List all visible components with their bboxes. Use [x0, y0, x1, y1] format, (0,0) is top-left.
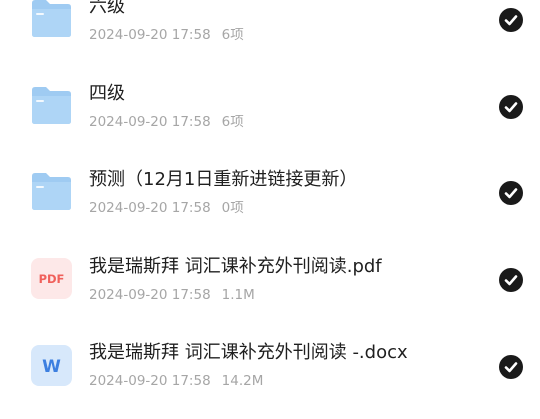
checkmark-icon[interactable]	[499, 268, 523, 292]
list-item[interactable]: 六级 2024-09-20 17:58 6项	[0, 0, 540, 72]
checkmark-icon[interactable]	[499, 95, 523, 119]
file-name: 我是瑞斯拜 词汇课补充外刊阅读.pdf	[89, 256, 382, 277]
file-date: 2024-09-20 17:58	[89, 27, 211, 43]
file-name: 预测（12月1日重新进链接更新）	[89, 169, 358, 190]
pdf-label: PDF	[39, 272, 65, 286]
file-meta: 2024-09-20 17:58 6项	[89, 114, 244, 130]
file-date: 2024-09-20 17:58	[89, 114, 211, 130]
file-size: 6项	[221, 114, 244, 130]
folder-icon	[32, 0, 71, 37]
file-size: 1.1M	[221, 287, 255, 303]
file-size: 0项	[221, 200, 244, 216]
checkmark-icon[interactable]	[499, 181, 523, 205]
list-item[interactable]: 四级 2024-09-20 17:58 6项	[0, 73, 540, 159]
file-meta: 2024-09-20 17:58 6项	[89, 27, 244, 43]
file-meta: 2024-09-20 17:58 0项	[89, 200, 244, 216]
file-date: 2024-09-20 17:58	[89, 200, 211, 216]
word-file-icon: W	[31, 345, 72, 386]
file-name: 六级	[89, 0, 125, 17]
list-item[interactable]: 预测（12月1日重新进链接更新） 2024-09-20 17:58 0项	[0, 159, 540, 245]
folder-icon	[32, 87, 71, 124]
list-item[interactable]: PDF 我是瑞斯拜 词汇课补充外刊阅读.pdf 2024-09-20 17:58…	[0, 246, 540, 332]
file-date: 2024-09-20 17:58	[89, 373, 211, 389]
checkmark-icon[interactable]	[499, 8, 523, 32]
pdf-file-icon: PDF	[31, 258, 72, 299]
word-label: W	[42, 357, 61, 377]
file-meta: 2024-09-20 17:58 1.1M	[89, 287, 255, 303]
file-name: 四级	[89, 83, 125, 104]
file-name: 我是瑞斯拜 词汇课补充外刊阅读 -.docx	[89, 342, 408, 363]
file-date: 2024-09-20 17:58	[89, 287, 211, 303]
checkmark-icon[interactable]	[499, 355, 523, 379]
file-meta: 2024-09-20 17:58 14.2M	[89, 373, 263, 389]
file-size: 14.2M	[221, 373, 264, 389]
file-size: 6项	[221, 27, 244, 43]
folder-icon	[32, 173, 71, 210]
list-item[interactable]: W 我是瑞斯拜 词汇课补充外刊阅读 -.docx 2024-09-20 17:5…	[0, 333, 540, 419]
